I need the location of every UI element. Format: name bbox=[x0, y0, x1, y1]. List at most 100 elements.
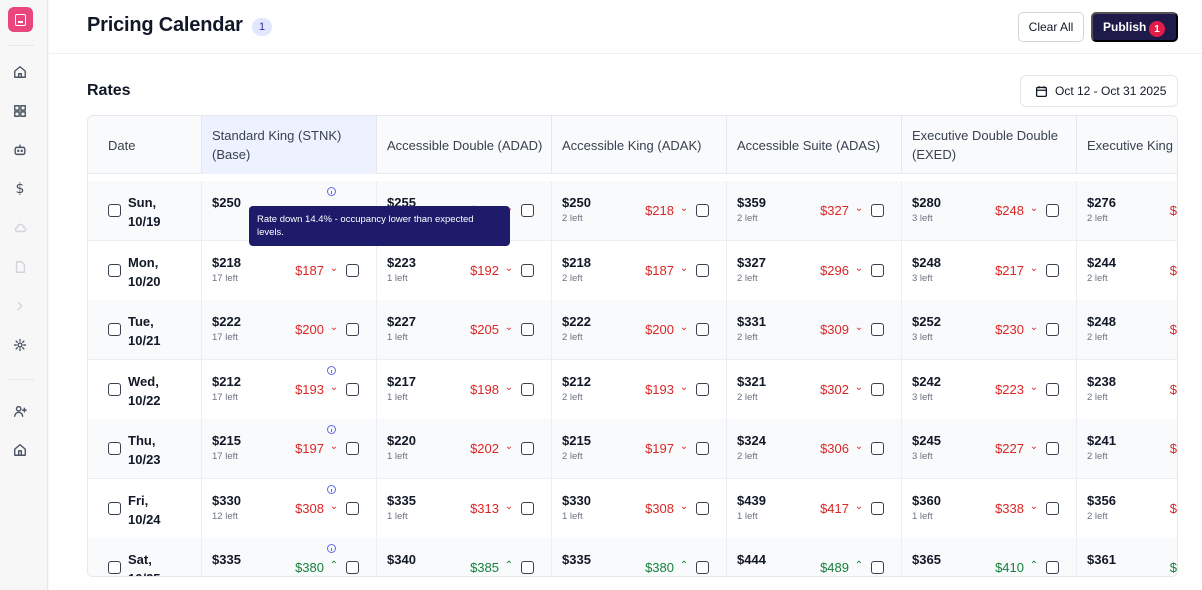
home-icon[interactable] bbox=[10, 62, 30, 82]
chevron-up-icon[interactable]: ⌃ bbox=[854, 560, 864, 571]
accept-rate-checkbox[interactable] bbox=[696, 263, 709, 277]
chevron-up-icon[interactable]: ⌃ bbox=[679, 560, 689, 571]
chevron-down-icon[interactable]: ⌄ bbox=[1029, 263, 1039, 274]
accept-rate-checkbox[interactable] bbox=[521, 442, 534, 455]
suggested-rate[interactable]: $296 bbox=[779, 263, 849, 278]
suggested-rate[interactable]: $198 bbox=[429, 382, 499, 397]
suggested-rate[interactable]: $308 bbox=[254, 501, 324, 516]
suggested-rate[interactable]: $ bbox=[1097, 322, 1177, 337]
chevron-up-icon[interactable]: ⌃ bbox=[329, 560, 339, 571]
row-select-checkbox[interactable] bbox=[108, 263, 121, 277]
date-range-picker[interactable]: Oct 12 - Oct 31 2025 bbox=[1020, 75, 1178, 107]
accept-rate-checkbox[interactable] bbox=[1046, 204, 1059, 217]
info-icon[interactable] bbox=[327, 544, 336, 553]
suggested-rate[interactable]: $ bbox=[1097, 263, 1177, 278]
info-icon[interactable] bbox=[327, 365, 336, 375]
suggested-rate[interactable]: $309 bbox=[779, 322, 849, 337]
suggested-rate[interactable]: $248 bbox=[954, 203, 1024, 218]
suggested-rate[interactable]: $385 bbox=[429, 560, 499, 575]
suggested-rate[interactable]: $200 bbox=[254, 322, 324, 337]
chevron-down-icon[interactable]: ⌄ bbox=[504, 501, 514, 512]
suggested-rate[interactable]: $197 bbox=[604, 441, 674, 456]
chevron-down-icon[interactable]: ⌄ bbox=[679, 263, 689, 274]
accept-rate-checkbox[interactable] bbox=[346, 561, 359, 574]
suggested-rate[interactable]: $380 bbox=[604, 560, 674, 575]
suggested-rate[interactable]: $ bbox=[1097, 560, 1177, 575]
suggested-rate[interactable]: $313 bbox=[429, 501, 499, 516]
suggested-rate[interactable]: $218 bbox=[604, 203, 674, 218]
clear-all-button[interactable]: Clear All bbox=[1018, 12, 1084, 42]
accept-rate-checkbox[interactable] bbox=[521, 561, 534, 574]
building-icon[interactable] bbox=[10, 440, 30, 460]
publish-button[interactable]: Publish 1 bbox=[1091, 12, 1178, 42]
chevron-down-icon[interactable]: ⌄ bbox=[679, 203, 689, 214]
accept-rate-checkbox[interactable] bbox=[1046, 442, 1059, 455]
suggested-rate[interactable]: $ bbox=[1097, 203, 1177, 218]
accept-rate-checkbox[interactable] bbox=[346, 323, 359, 336]
row-select-checkbox[interactable] bbox=[108, 204, 121, 217]
row-select-checkbox[interactable] bbox=[108, 501, 121, 515]
accept-rate-checkbox[interactable] bbox=[871, 204, 884, 217]
suggested-rate[interactable]: $197 bbox=[254, 441, 324, 456]
settings-icon[interactable] bbox=[10, 335, 30, 355]
suggested-rate[interactable]: $417 bbox=[779, 501, 849, 516]
info-icon[interactable] bbox=[327, 425, 336, 434]
suggested-rate[interactable]: $380 bbox=[254, 560, 324, 575]
info-icon[interactable] bbox=[327, 484, 336, 494]
app-logo[interactable] bbox=[8, 7, 33, 32]
accept-rate-checkbox[interactable] bbox=[871, 323, 884, 336]
chevron-down-icon[interactable]: ⌄ bbox=[679, 322, 689, 333]
accept-rate-checkbox[interactable] bbox=[1046, 561, 1059, 574]
row-select-checkbox[interactable] bbox=[108, 442, 121, 455]
chevron-down-icon[interactable]: ⌄ bbox=[1029, 382, 1039, 393]
suggested-rate[interactable]: $187 bbox=[604, 263, 674, 278]
suggested-rate[interactable]: $306 bbox=[779, 441, 849, 456]
suggested-rate[interactable]: $200 bbox=[604, 322, 674, 337]
suggested-rate[interactable]: $202 bbox=[429, 441, 499, 456]
accept-rate-checkbox[interactable] bbox=[1046, 323, 1059, 336]
chevron-down-icon[interactable]: ⌄ bbox=[1029, 501, 1039, 512]
chevron-down-icon[interactable]: ⌄ bbox=[854, 501, 864, 512]
accept-rate-checkbox[interactable] bbox=[346, 382, 359, 396]
chevron-down-icon[interactable]: ⌄ bbox=[679, 501, 689, 512]
chevron-up-icon[interactable]: ⌃ bbox=[1029, 560, 1039, 571]
accept-rate-checkbox[interactable] bbox=[1046, 263, 1059, 277]
row-select-checkbox[interactable] bbox=[108, 382, 121, 396]
chevron-down-icon[interactable]: ⌄ bbox=[329, 322, 339, 333]
chevron-down-icon[interactable]: ⌄ bbox=[1029, 322, 1039, 333]
suggested-rate[interactable]: $489 bbox=[779, 560, 849, 575]
accept-rate-checkbox[interactable] bbox=[871, 382, 884, 396]
suggested-rate[interactable]: $192 bbox=[429, 263, 499, 278]
chevron-down-icon[interactable]: ⌄ bbox=[854, 441, 864, 452]
suggested-rate[interactable]: $ bbox=[1097, 382, 1177, 397]
suggested-rate[interactable]: $308 bbox=[604, 501, 674, 516]
row-select-checkbox[interactable] bbox=[108, 561, 121, 574]
accept-rate-checkbox[interactable] bbox=[696, 382, 709, 396]
row-select-checkbox[interactable] bbox=[108, 323, 121, 336]
chevron-down-icon[interactable]: ⌄ bbox=[504, 382, 514, 393]
accept-rate-checkbox[interactable] bbox=[1046, 382, 1059, 396]
document-icon[interactable] bbox=[10, 257, 30, 277]
suggested-rate[interactable]: $217 bbox=[954, 263, 1024, 278]
accept-rate-checkbox[interactable] bbox=[696, 501, 709, 515]
suggested-rate[interactable]: $327 bbox=[779, 203, 849, 218]
chevron-down-icon[interactable]: ⌄ bbox=[1029, 441, 1039, 452]
dollar-icon[interactable]: $ bbox=[10, 179, 30, 199]
accept-rate-checkbox[interactable] bbox=[696, 561, 709, 574]
accept-rate-checkbox[interactable] bbox=[871, 442, 884, 455]
suggested-rate[interactable]: $302 bbox=[779, 382, 849, 397]
accept-rate-checkbox[interactable] bbox=[696, 204, 709, 217]
chevron-down-icon[interactable]: ⌄ bbox=[504, 263, 514, 274]
chevron-down-icon[interactable]: ⌄ bbox=[504, 441, 514, 452]
chevron-down-icon[interactable]: ⌄ bbox=[504, 322, 514, 333]
accept-rate-checkbox[interactable] bbox=[696, 442, 709, 455]
chevron-right-icon[interactable] bbox=[10, 296, 30, 316]
cloud-icon[interactable] bbox=[10, 218, 30, 238]
suggested-rate[interactable]: $223 bbox=[954, 382, 1024, 397]
chevron-down-icon[interactable]: ⌄ bbox=[854, 203, 864, 214]
accept-rate-checkbox[interactable] bbox=[346, 442, 359, 455]
suggested-rate[interactable]: $205 bbox=[429, 322, 499, 337]
suggested-rate[interactable]: $410 bbox=[954, 560, 1024, 575]
add-user-icon[interactable] bbox=[10, 401, 30, 421]
suggested-rate[interactable]: $193 bbox=[604, 382, 674, 397]
